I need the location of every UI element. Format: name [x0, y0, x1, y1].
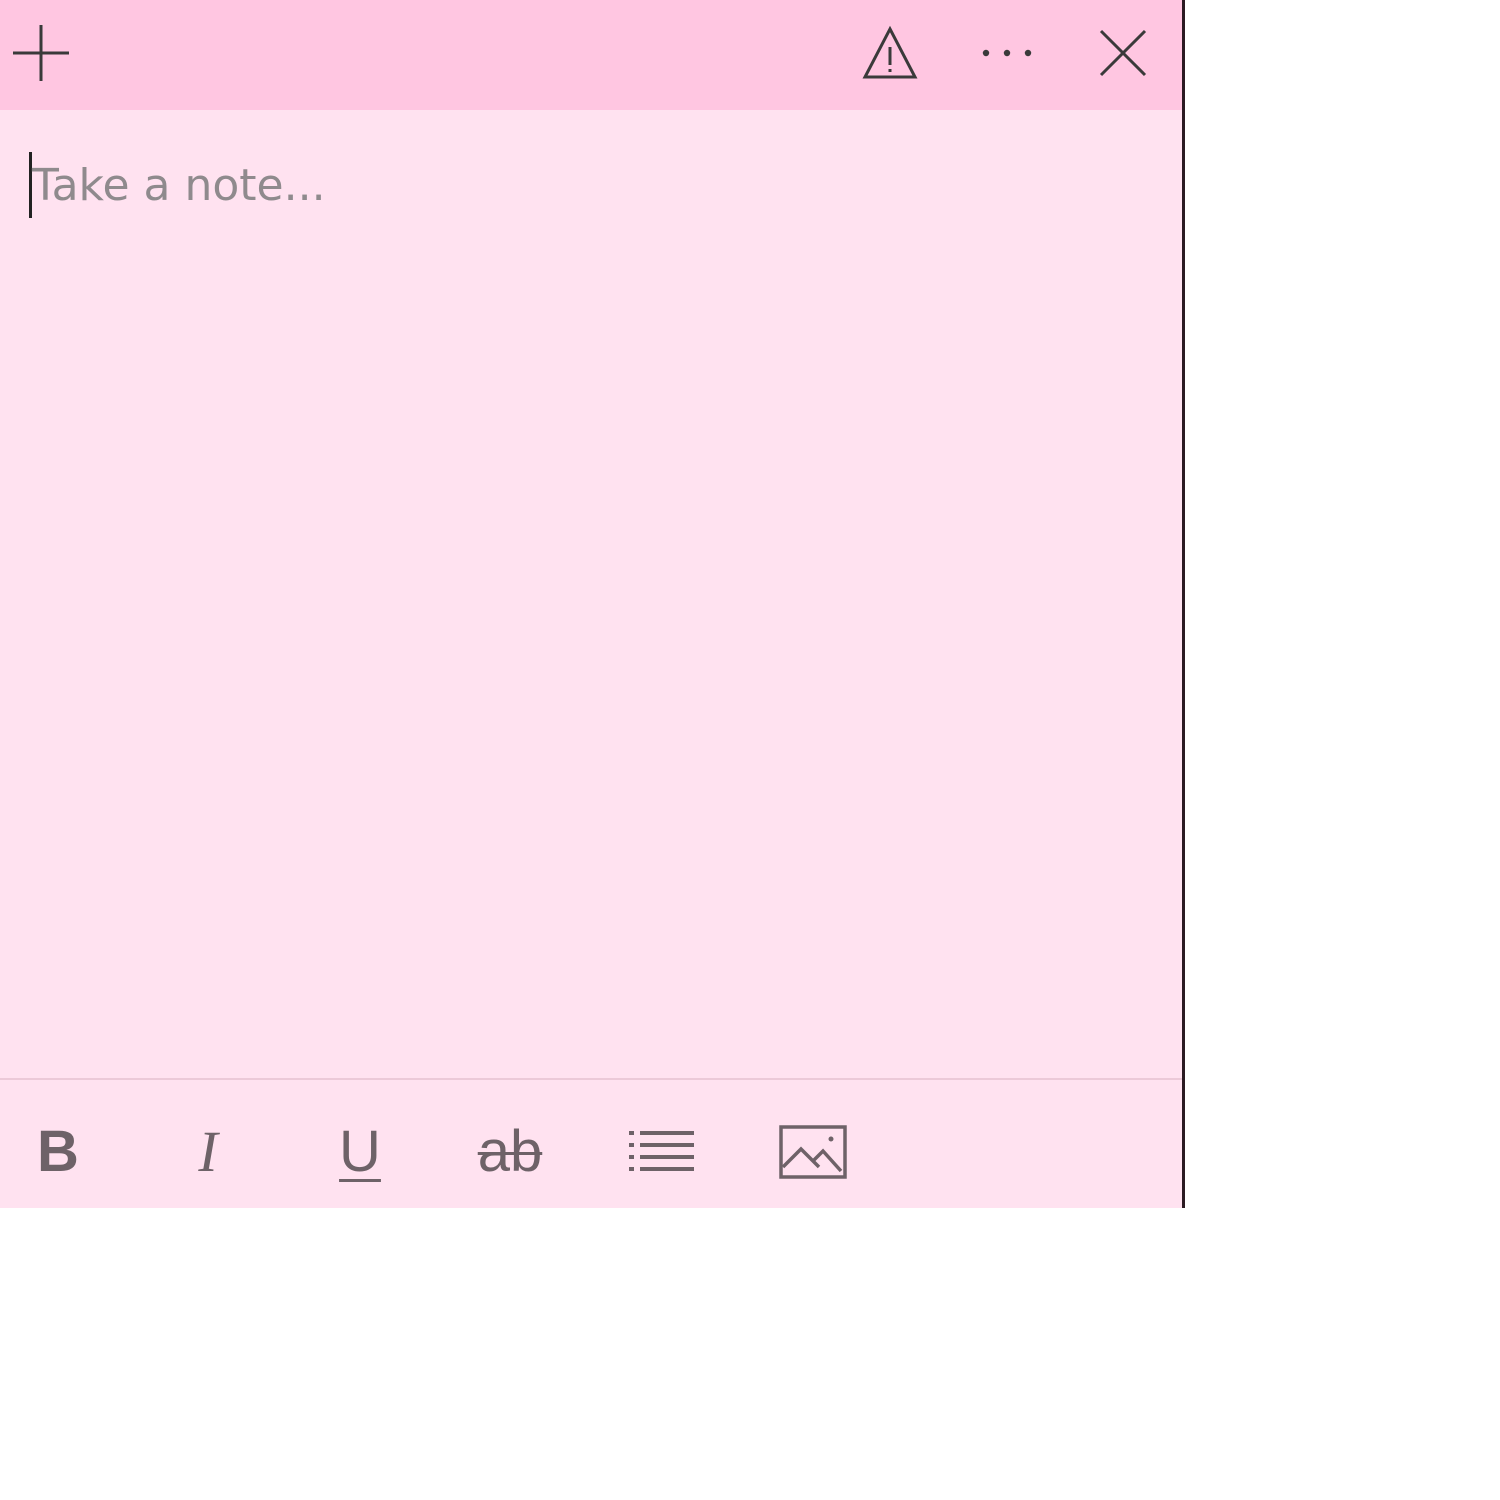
close-button[interactable] [1088, 18, 1158, 88]
warning-icon [862, 25, 918, 79]
close-icon [1099, 29, 1147, 77]
note-text-area[interactable]: Take a note... [0, 110, 1182, 1078]
underline-button[interactable]: U [318, 1110, 402, 1194]
plus-icon [13, 25, 69, 81]
formatting-toolbar: B I U ab [0, 1080, 1182, 1208]
underline-label: U [339, 1119, 381, 1184]
bullet-list-icon [629, 1131, 694, 1171]
bold-label: B [37, 1119, 79, 1184]
italic-label: I [198, 1119, 218, 1184]
more-options-button[interactable] [972, 18, 1042, 88]
image-icon [779, 1125, 847, 1179]
sticky-note-window: Take a note... B I U ab [0, 0, 1185, 1208]
title-bar[interactable] [0, 0, 1182, 110]
more-icon [982, 49, 1032, 57]
strikethrough-button[interactable]: ab [468, 1110, 552, 1194]
insert-image-button[interactable] [771, 1110, 855, 1194]
bullet-list-button[interactable] [620, 1110, 704, 1194]
bold-button[interactable]: B [16, 1110, 100, 1194]
note-placeholder: Take a note... [32, 160, 326, 211]
new-note-button[interactable] [6, 18, 76, 88]
warning-button[interactable] [855, 18, 925, 88]
italic-button[interactable]: I [166, 1110, 250, 1194]
strikethrough-label: ab [477, 1119, 543, 1184]
